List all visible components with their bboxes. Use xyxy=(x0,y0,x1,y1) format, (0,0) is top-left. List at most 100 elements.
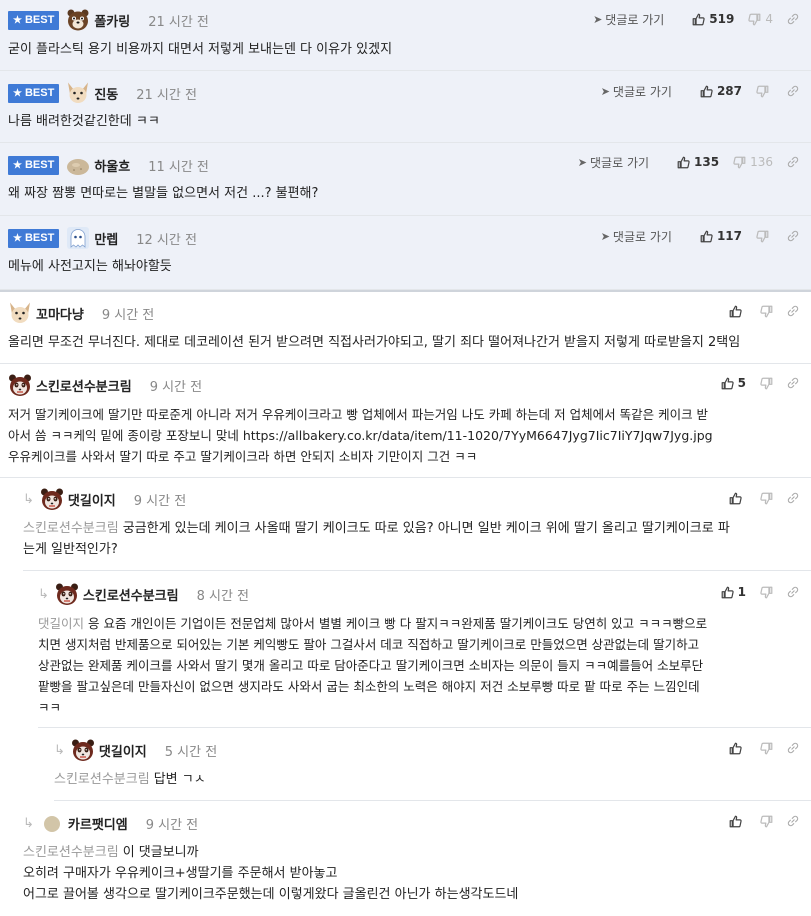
mention-tag[interactable]: 스킨로션수분크림 xyxy=(23,521,119,536)
best-comment: ★ BEST 하울흐 11 시간 전 ➤ 댓글로 가기 135 136 왜 짜장 짬… xyxy=(0,143,811,216)
like-button[interactable] xyxy=(729,815,746,828)
navigate-arrow-icon: ➤ xyxy=(600,229,610,243)
thumbs-up-icon xyxy=(729,492,742,505)
comment-author[interactable]: 폴카링 xyxy=(94,11,130,30)
thumbs-down-icon xyxy=(760,742,773,755)
goto-comment-link[interactable]: ➤ 댓글로 가기 xyxy=(601,228,672,245)
share-link-button[interactable] xyxy=(787,815,799,827)
share-link-button[interactable] xyxy=(787,230,799,242)
link-icon xyxy=(787,492,799,504)
like-button[interactable]: 135 xyxy=(677,155,719,169)
panda-avatar-icon[interactable] xyxy=(40,487,64,511)
panda-avatar-icon[interactable] xyxy=(71,738,95,762)
thumbs-down-icon xyxy=(748,13,761,26)
comment-author[interactable]: 꼬마다냥 xyxy=(36,304,84,323)
share-link-button[interactable] xyxy=(787,586,799,598)
dislike-button[interactable] xyxy=(760,305,773,318)
goto-comment-link[interactable]: ➤ 댓글로 가기 xyxy=(578,154,649,171)
share-link-button[interactable] xyxy=(787,305,799,317)
comment-time: 5 시간 전 xyxy=(164,744,218,760)
share-link-button[interactable] xyxy=(787,492,799,504)
thumbs-up-icon xyxy=(729,742,742,755)
dislike-button[interactable] xyxy=(756,230,773,243)
like-button[interactable]: 5 xyxy=(721,376,746,390)
reply: ↳ 스킨로션수분크림 8 시간 전 1 댓길이지 응 요즘 개인이든 기업이든 전… xyxy=(38,571,811,728)
dislike-button[interactable] xyxy=(760,492,773,505)
share-link-button[interactable] xyxy=(787,85,799,97)
like-button[interactable] xyxy=(729,742,746,755)
comment-author[interactable]: 댓길이지 xyxy=(99,741,147,760)
potato-avatar-icon[interactable] xyxy=(66,153,90,177)
thumbs-up-icon xyxy=(700,230,713,243)
like-button[interactable]: 1 xyxy=(721,585,746,599)
thumbs-down-icon xyxy=(760,815,773,828)
comment-author[interactable]: 진동 xyxy=(94,84,118,103)
comment-text: 굳이 플라스틱 용기 비용까지 대면서 저렇게 보내는덴 다 이유가 있겠지 xyxy=(8,42,393,57)
comment-line: 스킨로션수분크림 이 댓글보니까 xyxy=(23,845,199,860)
best-comment: ★ BEST 폴카링 21 시간 전 ➤ 댓글로 가기 519 4 굳이 플라스틱 … xyxy=(0,0,811,71)
comment-author[interactable]: 댓길이지 xyxy=(68,490,116,509)
mention-tag[interactable]: 댓길이지 xyxy=(38,616,84,631)
fox-avatar-icon[interactable] xyxy=(66,81,90,105)
share-link-button[interactable] xyxy=(787,742,799,754)
reply: ↳ 댓길이지 9 시간 전 스킨로션수분크림 궁금한게 있는데 케이크 사올때 딸… xyxy=(23,478,811,571)
thumbs-down-icon xyxy=(760,377,773,390)
share-link-button[interactable] xyxy=(787,377,799,389)
comment-time: 9 시간 전 xyxy=(101,307,155,323)
dislike-button[interactable] xyxy=(756,85,773,98)
like-button[interactable]: 117 xyxy=(700,229,742,243)
comment-line: 올리면 무조건 무너진다. 제대로 데코레이션 된거 받으려면 직접사러가야되고… xyxy=(8,335,741,350)
link-icon xyxy=(787,815,799,827)
star-icon: ★ xyxy=(13,159,22,171)
share-link-button[interactable] xyxy=(787,156,799,168)
comment-line: 댓길이지 응 요즘 개인이든 기업이든 전문업체 많아서 별별 케이크 빵 다 팔… xyxy=(38,616,708,631)
comment-line-with-url[interactable]: 아서 씀 ㅋㅋ케익 밑에 종이랑 포장보니 맞네 https://allbake… xyxy=(8,425,801,446)
comment-time: 11 시간 전 xyxy=(148,159,209,175)
comment-author[interactable]: 하울흐 xyxy=(94,156,130,175)
dislike-button[interactable] xyxy=(760,586,773,599)
mention-tag[interactable]: 스킨로션수분크림 xyxy=(54,772,150,787)
like-count: 5 xyxy=(737,376,746,390)
panda-avatar-icon[interactable] xyxy=(8,373,32,397)
like-button[interactable] xyxy=(729,305,746,318)
comment-line: 어그로 끌어볼 생각으로 딸기케이크주문했는데 이렇게왔다 글올린건 아닌가 하… xyxy=(23,887,519,902)
comment-text: 스킨로션수분크림 답변 ㄱㅅ xyxy=(54,769,801,790)
thumbs-down-icon xyxy=(756,85,769,98)
comment-time: 9 시간 전 xyxy=(145,817,199,833)
goto-comment-link[interactable]: ➤ 댓글로 가기 xyxy=(593,11,664,28)
comment-author[interactable]: 만렙 xyxy=(94,229,118,248)
comment-text: 올리면 무조건 무너진다. 제대로 데코레이션 된거 받으려면 직접사러가야되고… xyxy=(8,332,801,353)
dislike-button[interactable]: 136 xyxy=(733,155,773,169)
comment-time: 9 시간 전 xyxy=(149,379,203,395)
dislike-button[interactable] xyxy=(760,377,773,390)
navigate-arrow-icon: ➤ xyxy=(577,155,588,169)
bear-avatar-icon[interactable] xyxy=(66,8,90,32)
link-icon xyxy=(787,742,799,754)
panda-avatar-icon[interactable] xyxy=(55,582,79,606)
navigate-arrow-icon: ➤ xyxy=(600,84,610,98)
like-button[interactable]: 519 xyxy=(692,12,734,26)
dislike-count: 136 xyxy=(750,155,773,169)
dislike-button[interactable] xyxy=(760,742,773,755)
comment-author[interactable]: 카르팻디엠 xyxy=(68,814,128,833)
like-button[interactable]: 287 xyxy=(700,84,742,98)
thumbs-up-icon xyxy=(729,815,742,828)
ghost-avatar-icon[interactable] xyxy=(66,226,90,250)
comment-line: 팥빵을 팔고싶은데 만들자신이 없으면 생지라도 사와서 굽는 최소한의 노력은… xyxy=(38,679,700,694)
comment-time: 21 시간 전 xyxy=(136,87,197,103)
comment-author[interactable]: 스킨로션수분크림 xyxy=(36,376,132,395)
like-button[interactable] xyxy=(729,492,746,505)
share-link-button[interactable] xyxy=(787,13,799,25)
thumbs-up-icon xyxy=(692,13,705,26)
fox-avatar-icon[interactable] xyxy=(8,301,32,325)
dot-avatar-icon[interactable] xyxy=(40,811,64,835)
mention-tag[interactable]: 스킨로션수분크림 xyxy=(23,845,119,860)
dislike-button[interactable]: 4 xyxy=(748,12,773,26)
comment-author[interactable]: 스킨로션수분크림 xyxy=(83,585,179,604)
dislike-button[interactable] xyxy=(760,815,773,828)
reply-arrow-icon: ↳ xyxy=(38,586,49,602)
best-badge: ★ BEST xyxy=(8,228,60,248)
goto-comment-link[interactable]: ➤ 댓글로 가기 xyxy=(601,83,672,100)
like-count: 135 xyxy=(694,155,720,169)
comment-text: 스킨로션수분크림 이 댓글보니까 오히려 구매자가 우유케이크+생딸기를 주문해서… xyxy=(23,842,801,905)
